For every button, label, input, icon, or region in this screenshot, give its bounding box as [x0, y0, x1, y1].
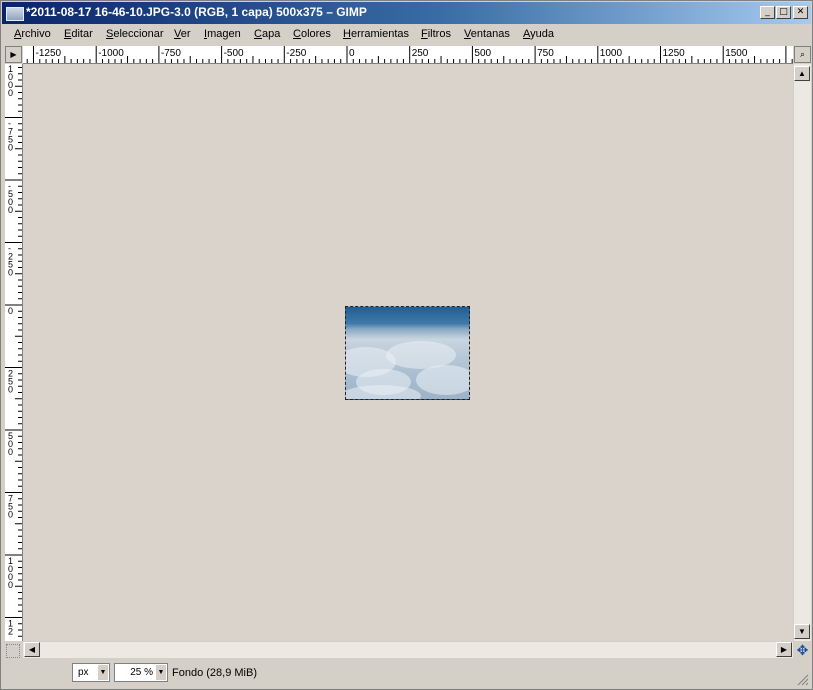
menu-editar[interactable]: Editar: [64, 28, 93, 40]
magnifier-icon: ⌕: [799, 49, 806, 59]
quick-mask-button[interactable]: [6, 644, 20, 658]
hruler-label: -1250: [36, 48, 62, 59]
vertical-scrollbar[interactable]: ▲ ▼: [794, 64, 811, 641]
hruler-label: -1000: [98, 48, 124, 59]
image-menu-button[interactable]: ▶: [5, 46, 22, 63]
four-arrows-icon: ✥: [796, 642, 809, 658]
chevron-down-icon: ▼: [156, 665, 166, 680]
hruler-label: 750: [537, 48, 554, 59]
menu-imagen[interactable]: Imagen: [204, 28, 241, 40]
zoom-value: 25 %: [130, 667, 153, 678]
horizontal-scrollbar[interactable]: ◀ ▶: [23, 642, 793, 658]
close-button[interactable]: ✕: [793, 6, 808, 19]
zoom-select[interactable]: 25 % ▼: [114, 663, 168, 682]
menu-seleccionar[interactable]: Seleccionar: [106, 28, 163, 40]
horizontal-ruler[interactable]: -1250 -1000 -750 -500 -250 0 250 500 750 1000 1250…: [23, 46, 793, 64]
scroll-right-button[interactable]: ▶: [776, 642, 792, 657]
vruler-label: -1000: [8, 64, 13, 98]
hruler-label: 500: [474, 48, 491, 59]
status-bar: px ▼ 25 % ▼ Fondo (28,9 MiB): [2, 659, 811, 687]
menu-archivo[interactable]: Archivo: [14, 28, 51, 40]
menu-colores[interactable]: Colores: [293, 28, 331, 40]
horizontal-ruler-ticks: -1250 -1000 -750 -500 -250 0 250 500 750 1000 1250…: [26, 46, 793, 63]
image-canvas[interactable]: [23, 64, 793, 641]
scroll-down-button[interactable]: ▼: [794, 624, 810, 639]
vruler-label: 12: [8, 619, 13, 637]
vruler-label: 500: [8, 431, 13, 457]
vruler-label: -2 5 0: [8, 244, 13, 278]
minimize-button[interactable]: _: [760, 6, 775, 19]
vruler-label: 1000: [8, 556, 13, 590]
unit-value: px: [78, 667, 89, 678]
hruler-label: 250: [412, 48, 429, 59]
image-layer[interactable]: [345, 306, 470, 400]
triangle-right-icon: ▶: [10, 50, 17, 59]
menu-herramientas[interactable]: Herramientas: [343, 28, 409, 40]
vertical-ruler[interactable]: -1000 -750 -500 -250 0 250 500 750 1000 12: [5, 64, 23, 641]
zoom-fit-button[interactable]: ⌕: [794, 46, 811, 63]
hruler-label: 1000: [600, 48, 623, 59]
gimp-window: *2011-08-17 16-46-10.JPG-3.0 (RGB, 1 cap…: [0, 0, 813, 690]
vertical-ruler-ticks: -1000 -750 -500 -250 0 250 500 750 1000 12: [5, 64, 22, 637]
navigate-button[interactable]: ✥: [794, 642, 811, 658]
gimp-app-icon: [6, 7, 24, 21]
hruler-label: 1250: [663, 48, 686, 59]
unit-select[interactable]: px ▼: [72, 663, 110, 682]
hruler-label: -750: [161, 48, 181, 59]
vruler-label: -5 0 0: [8, 181, 13, 215]
scroll-up-button[interactable]: ▲: [794, 66, 810, 81]
hruler-label: 1500: [725, 48, 748, 59]
resize-grip-icon[interactable]: [797, 674, 809, 686]
menu-ventanas[interactable]: Ventanas: [464, 28, 510, 40]
menu-ayuda[interactable]: Ayuda: [523, 28, 554, 40]
maximize-button[interactable]: □: [776, 6, 791, 19]
hruler-label: -500: [224, 48, 244, 59]
vruler-label: 0: [8, 306, 13, 316]
hruler-label: 0: [349, 48, 355, 59]
scroll-left-button[interactable]: ◀: [24, 642, 40, 657]
vruler-label: 250: [8, 369, 13, 395]
layer-info: Fondo (28,9 MiB): [172, 667, 257, 679]
vruler-label: 750: [8, 494, 13, 520]
title-bar[interactable]: *2011-08-17 16-46-10.JPG-3.0 (RGB, 1 cap…: [2, 2, 811, 24]
hruler-label: -250: [286, 48, 306, 59]
menu-bar: Archivo Editar Seleccionar Ver Imagen Ca…: [2, 25, 811, 45]
chevron-down-icon: ▼: [98, 665, 108, 680]
vruler-label: -7 5 0: [8, 119, 13, 153]
menu-filtros[interactable]: Filtros: [421, 28, 451, 40]
window-title: *2011-08-17 16-46-10.JPG-3.0 (RGB, 1 cap…: [26, 5, 367, 19]
menu-ver[interactable]: Ver: [174, 28, 191, 40]
menu-capa[interactable]: Capa: [254, 28, 280, 40]
